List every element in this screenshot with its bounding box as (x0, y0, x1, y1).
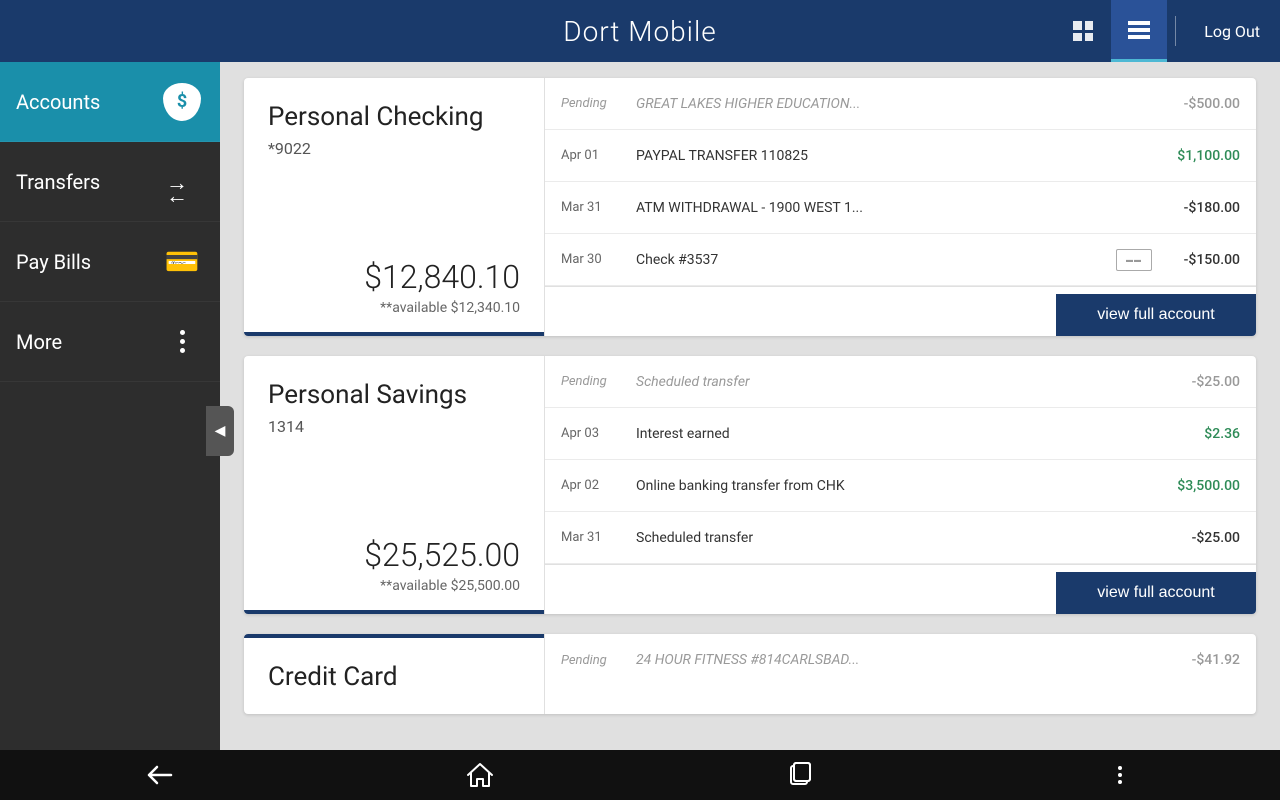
app-title: Dort Mobile (563, 15, 717, 48)
tx-amount: $3,500.00 (1160, 478, 1240, 494)
view-full-row-checking: view full account (545, 286, 1256, 303)
sidebar-item-transfers[interactable]: Transfers (0, 142, 220, 222)
tx-desc: 24 HOUR FITNESS #814CARLSBAD... (636, 652, 1160, 668)
tx-desc: ATM WITHDRAWAL - 1900 WEST 1... (636, 200, 1160, 216)
paybills-icon: 💳 (160, 240, 204, 284)
list-view-button[interactable] (1111, 0, 1167, 62)
account-left-checking: Personal Checking *9022 $12,840.10 **ava… (244, 78, 544, 336)
sidebar-transfers-label: Transfers (16, 170, 100, 194)
tx-desc: Interest earned (636, 426, 1160, 442)
transaction-row: Mar 31 Scheduled transfer -$25.00 (545, 512, 1256, 564)
sidebar: Accounts Transfers Pay Bills 💳 More (0, 62, 220, 800)
tx-amount: -$25.00 (1160, 530, 1240, 546)
tx-amount: -$150.00 (1160, 252, 1240, 268)
account-number-checking: *9022 (268, 139, 520, 158)
list-icon (1128, 21, 1150, 39)
account-right-creditcard: Pending 24 HOUR FITNESS #814CARLSBAD... … (544, 634, 1256, 714)
bill-icon: 💳 (165, 245, 200, 278)
tx-desc: Scheduled transfer (636, 530, 1160, 546)
tx-desc: PAYPAL TRANSFER 110825 (636, 148, 1160, 164)
more-options-button[interactable] (1095, 750, 1145, 800)
top-header: Dort Mobile Log Out (0, 0, 1280, 62)
transaction-row: Apr 01 PAYPAL TRANSFER 110825 $1,100.00 (545, 130, 1256, 182)
back-icon (147, 765, 173, 785)
account-balance-savings: $25,525.00 (268, 536, 520, 574)
account-card-creditcard: Credit Card Pending 24 HOUR FITNESS #814… (244, 634, 1256, 714)
tx-date: Mar 31 (561, 200, 636, 215)
header-actions: Log Out (1055, 0, 1280, 62)
header-divider (1175, 16, 1176, 46)
tx-date: Apr 02 (561, 478, 636, 493)
tx-amount: -$180.00 (1160, 200, 1240, 216)
tx-desc: Scheduled transfer (636, 374, 1160, 390)
tx-date: Apr 03 (561, 426, 636, 441)
tx-amount: -$500.00 (1160, 96, 1240, 112)
recents-button[interactable] (775, 750, 825, 800)
account-card-savings: Personal Savings 1314 $25,525.00 **avail… (244, 356, 1256, 614)
sidebar-item-paybills[interactable]: Pay Bills 💳 (0, 222, 220, 302)
account-available-savings: **available $25,500.00 (268, 578, 520, 594)
dots-icon (180, 330, 185, 353)
account-right-checking: Pending GREAT LAKES HIGHER EDUCATION... … (544, 78, 1256, 336)
tx-date: Mar 31 (561, 530, 636, 545)
recents-icon (787, 762, 813, 788)
account-left-savings: Personal Savings 1314 $25,525.00 **avail… (244, 356, 544, 614)
transaction-row: Pending Scheduled transfer -$25.00 (545, 356, 1256, 408)
tx-desc: GREAT LAKES HIGHER EDUCATION... (636, 96, 1160, 112)
sidebar-collapse-button[interactable] (206, 406, 234, 456)
tx-desc: Check #3537 (636, 252, 1116, 268)
account-balance-checking: $12,840.10 (268, 258, 520, 296)
money-bag-icon (163, 83, 201, 121)
arrows-icon (166, 170, 198, 193)
account-name-checking: Personal Checking (268, 102, 520, 133)
sidebar-more-label: More (16, 330, 62, 354)
logout-button[interactable]: Log Out (1184, 22, 1280, 41)
grid-icon (1073, 21, 1093, 41)
check-image-icon[interactable] (1116, 249, 1152, 271)
android-bottom-bar (0, 750, 1280, 800)
home-icon (467, 762, 493, 788)
tx-desc: Online banking transfer from CHK (636, 478, 1160, 494)
tx-amount: $1,100.00 (1160, 148, 1240, 164)
transaction-row: Apr 03 Interest earned $2.36 (545, 408, 1256, 460)
more-icon (160, 320, 204, 364)
account-available-checking: **available $12,340.10 (268, 300, 520, 316)
view-full-account-button-savings[interactable]: view full account (1056, 572, 1256, 614)
accounts-icon (160, 80, 204, 124)
sidebar-paybills-label: Pay Bills (16, 250, 91, 274)
account-left-creditcard: Credit Card (244, 634, 544, 714)
more-dots-icon (1118, 766, 1122, 784)
tx-date: Pending (561, 653, 636, 668)
main-layout: Accounts Transfers Pay Bills 💳 More (0, 62, 1280, 800)
account-name-savings: Personal Savings (268, 380, 520, 411)
transaction-row: Mar 31 ATM WITHDRAWAL - 1900 WEST 1... -… (545, 182, 1256, 234)
home-button[interactable] (455, 750, 505, 800)
sidebar-accounts-label: Accounts (16, 90, 100, 114)
back-button[interactable] (135, 750, 185, 800)
arrow-right-icon (166, 170, 198, 180)
sidebar-item-accounts[interactable]: Accounts (0, 62, 220, 142)
transfers-icon (160, 160, 204, 204)
arrow-left-icon (166, 183, 198, 193)
grid-view-button[interactable] (1055, 0, 1111, 62)
tx-date: Pending (561, 374, 636, 389)
transaction-row: Pending GREAT LAKES HIGHER EDUCATION... … (545, 78, 1256, 130)
account-right-savings: Pending Scheduled transfer -$25.00 Apr 0… (544, 356, 1256, 614)
account-card-checking: Personal Checking *9022 $12,840.10 **ava… (244, 78, 1256, 336)
tx-date: Pending (561, 96, 636, 111)
tx-amount: -$41.92 (1160, 652, 1240, 668)
transaction-row: Apr 02 Online banking transfer from CHK … (545, 460, 1256, 512)
view-full-row-savings: view full account (545, 564, 1256, 581)
transaction-row: Pending 24 HOUR FITNESS #814CARLSBAD... … (545, 634, 1256, 686)
tx-date: Mar 30 (561, 252, 636, 267)
view-full-account-button-checking[interactable]: view full account (1056, 294, 1256, 336)
tx-date: Apr 01 (561, 148, 636, 163)
sidebar-item-more[interactable]: More (0, 302, 220, 382)
tx-amount: $2.36 (1160, 426, 1240, 442)
content-area: Personal Checking *9022 $12,840.10 **ava… (220, 62, 1280, 800)
account-number-savings: 1314 (268, 417, 520, 436)
transaction-row: Mar 30 Check #3537 -$150.00 (545, 234, 1256, 286)
account-name-creditcard: Credit Card (268, 662, 520, 693)
tx-amount: -$25.00 (1160, 374, 1240, 390)
